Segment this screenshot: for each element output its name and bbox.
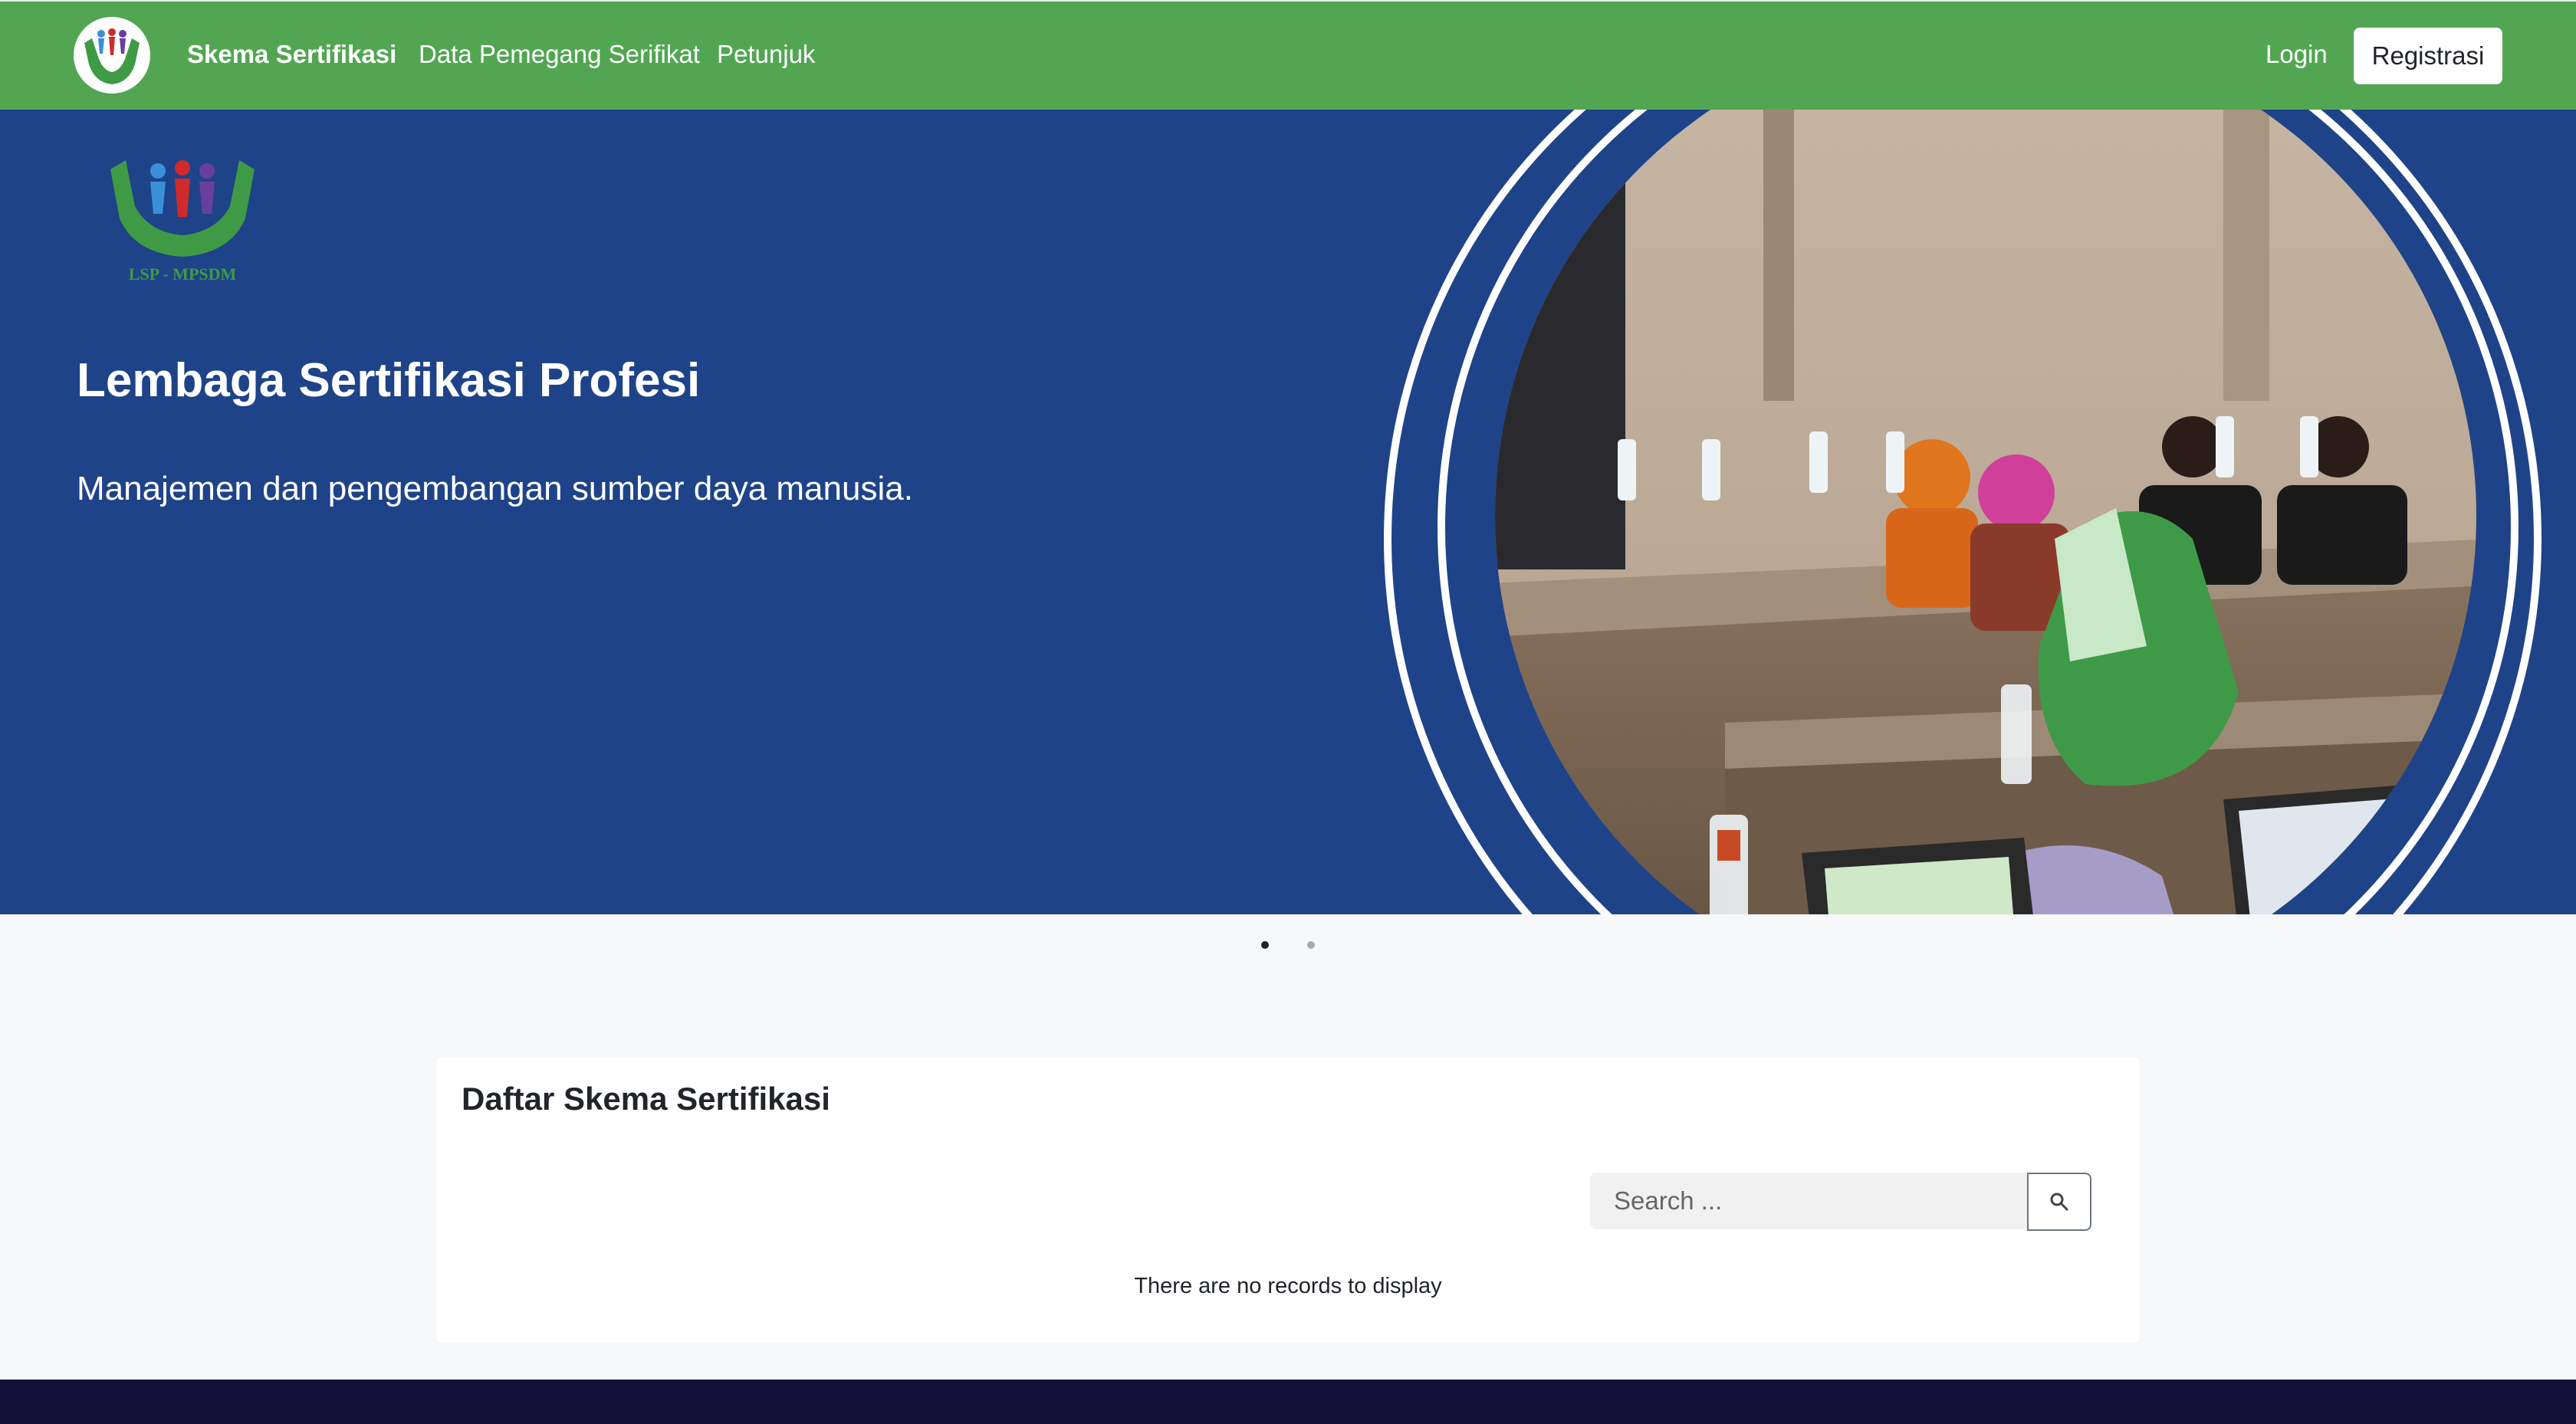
carousel-indicator-2[interactable] — [1307, 941, 1315, 949]
card-title: Daftar Skema Sertifikasi — [462, 1081, 830, 1117]
search-button[interactable] — [2027, 1173, 2091, 1231]
search-icon — [2050, 1193, 2068, 1211]
hero-logo-text: LSP - MPSDM — [129, 264, 237, 284]
lsp-mpsdm-logo-icon: LSP - MPSDM — [110, 160, 255, 284]
login-link[interactable]: Login — [2266, 40, 2328, 69]
hero-subtitle: Manajemen dan pengembangan sumber daya m… — [77, 470, 913, 507]
hero-title: Lembaga Sertifikasi Profesi — [77, 354, 701, 407]
hero-photo-image — [1384, 110, 2542, 914]
lsp-logo-icon[interactable] — [72, 17, 152, 94]
carousel-indicators — [0, 941, 2576, 950]
nav-brand-skema-sertifikasi[interactable]: Skema Sertifikasi — [187, 40, 396, 69]
empty-table-message: There are no records to display — [1134, 1274, 1442, 1298]
register-button[interactable]: Registrasi — [2354, 28, 2502, 84]
navbar: Skema Sertifikasi Data Pemegang Serifika… — [0, 0, 2576, 110]
nav-link-petunjuk[interactable]: Petunjuk — [717, 40, 815, 69]
footer — [0, 1380, 2576, 1424]
nav-link-data-pemegang[interactable]: Data Pemegang Serifikat — [419, 40, 700, 69]
carousel-indicator-1[interactable] — [1261, 941, 1269, 949]
certification-list-card: Daftar Skema Sertifikasi There are no re… — [437, 1058, 2139, 1343]
search-input[interactable] — [1590, 1173, 2030, 1229]
hero-carousel: LSP - MPSDM Lembaga Sertifikasi Profesi … — [0, 110, 2576, 914]
